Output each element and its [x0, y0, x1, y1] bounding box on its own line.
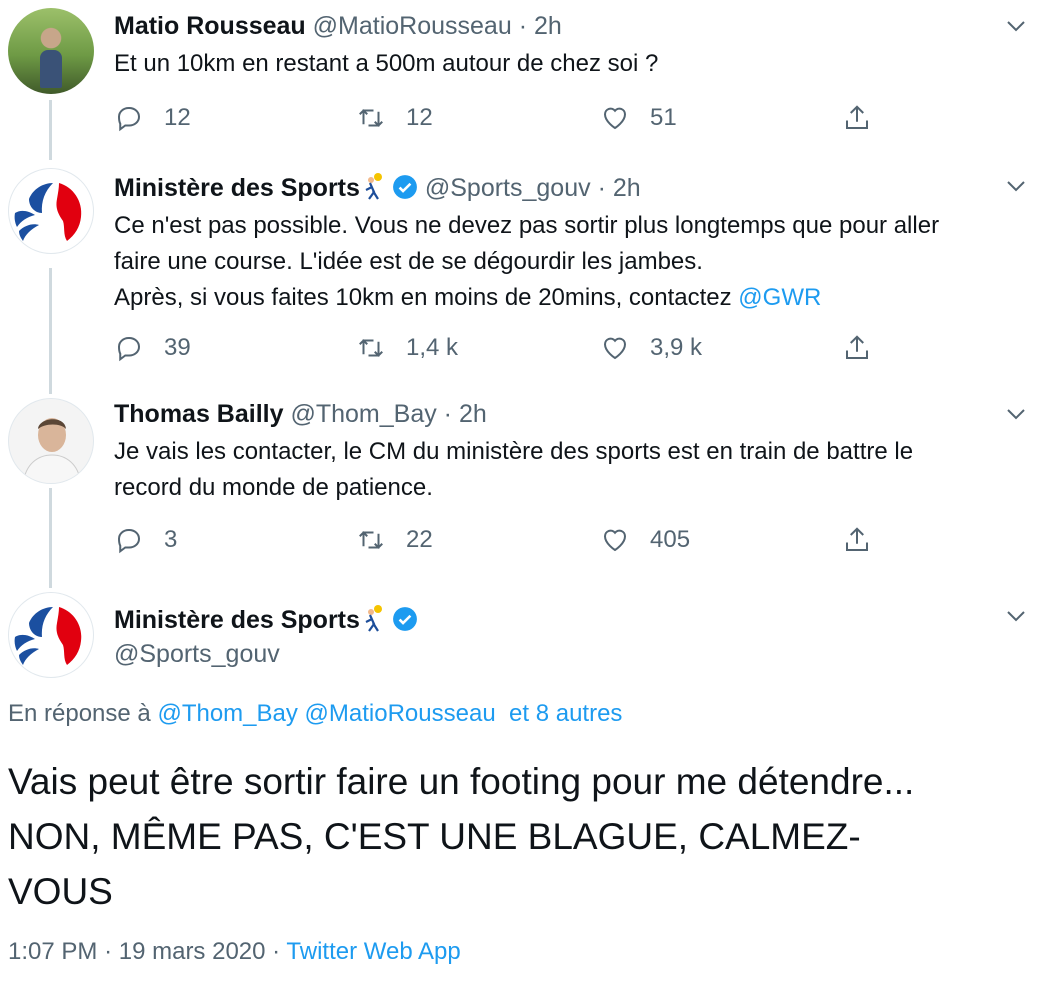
tweet-text-line: record du monde de patience.: [114, 474, 433, 501]
tweet-header: Ministère des Sports @Sports_gouv · 2h: [114, 172, 641, 203]
tweet-text-line: Après, si vous faites 10km en moins de 2…: [114, 280, 939, 316]
author-handle[interactable]: @Sports_gouv: [425, 174, 591, 202]
tweet-time[interactable]: 2h: [613, 174, 641, 202]
author-handle[interactable]: @Sports_gouv: [114, 640, 280, 669]
tweet-time[interactable]: 2h: [459, 400, 487, 428]
avatar[interactable]: [8, 398, 94, 484]
avatar[interactable]: [8, 168, 94, 254]
verified-badge-icon: [392, 175, 417, 199]
separator: ·: [272, 938, 281, 965]
thread-line: [49, 268, 52, 394]
heart-icon: [603, 337, 627, 360]
reply-prefix: En réponse à: [8, 700, 151, 727]
tweet-source-link[interactable]: Twitter Web App: [286, 938, 460, 965]
heart-icon: [603, 529, 627, 552]
separator: ·: [597, 174, 606, 202]
tweet-actions: 12 12 51: [114, 98, 874, 138]
reply-button[interactable]: 3: [114, 520, 177, 560]
tweet-time[interactable]: 1:07 PM: [8, 938, 97, 965]
like-count: 51: [650, 104, 677, 131]
author-name[interactable]: Thomas Bailly: [114, 400, 284, 428]
tweet-header: Ministère des Sports: [114, 604, 418, 635]
marianne-logo-icon: [14, 183, 82, 241]
tweet-date[interactable]: 19 mars 2020: [119, 938, 266, 965]
like-button[interactable]: 51: [600, 98, 677, 138]
chevron-down-icon[interactable]: [1004, 402, 1028, 426]
tweet-actions: 39 1,4 k 3,9 k: [114, 328, 874, 368]
marianne-logo-icon: [14, 607, 82, 665]
chevron-down-icon[interactable]: [1004, 604, 1028, 628]
reply-button[interactable]: 12: [114, 98, 191, 138]
retweet-button[interactable]: 22: [356, 520, 433, 560]
tweet-text-line: Je vais les contacter, le CM du ministèr…: [114, 438, 914, 465]
retweet-count: 1,4 k: [406, 334, 459, 361]
chevron-down-icon[interactable]: [1004, 174, 1028, 198]
tweet-time[interactable]: 2h: [534, 12, 562, 40]
author-name[interactable]: Matio Rousseau: [114, 12, 306, 40]
separator: ·: [104, 938, 113, 965]
mention-link[interactable]: @GWR: [738, 284, 821, 311]
handball-emoji-icon: [365, 605, 382, 632]
retweet-icon: [359, 109, 383, 127]
reply-count: 3: [164, 526, 178, 553]
retweet-icon: [359, 531, 383, 549]
tweet-text-line: Vais peut être sortir faire un footing p…: [8, 761, 915, 802]
tweet-header: Matio Rousseau @MatioRousseau · 2h: [114, 12, 562, 41]
mention-link[interactable]: @MatioRousseau: [305, 700, 496, 727]
separator: ·: [443, 400, 452, 428]
chevron-down-icon[interactable]: [1004, 14, 1028, 38]
main-tweet-text: Vais peut être sortir faire un footing p…: [8, 754, 1038, 919]
tweet-meta: 1:07 PM · 19 mars 2020 · Twitter Web App: [8, 938, 461, 966]
reply-context: En réponse à @Thom_Bay @MatioRousseau et…: [8, 700, 622, 728]
thread-line: [49, 100, 52, 160]
reply-count: 12: [164, 104, 191, 131]
reply-icon: [117, 528, 141, 554]
reply-others-link[interactable]: et 8 autres: [509, 700, 622, 727]
retweet-button[interactable]: 1,4 k: [356, 328, 458, 368]
retweet-count: 12: [406, 104, 433, 131]
like-count: 405: [650, 526, 691, 553]
share-button[interactable]: [842, 328, 892, 368]
heart-icon: [603, 107, 627, 130]
avatar[interactable]: [8, 8, 94, 94]
share-button[interactable]: [842, 98, 892, 138]
like-button[interactable]: 3,9 k: [600, 328, 702, 368]
tweet-text-line: VOUS: [8, 871, 113, 912]
verified-badge-icon: [392, 607, 417, 631]
tweet-text: Ce n'est pas possible. Vous ne devez pas…: [114, 208, 939, 316]
tweet-text-line: faire une course. L'idée est de se dégou…: [114, 248, 703, 275]
author-name[interactable]: Ministère des Sports: [114, 174, 360, 202]
tweet-text: Et un 10km en restant a 500m autour de c…: [114, 50, 659, 77]
thread-line: [49, 488, 52, 588]
share-icon: [846, 335, 868, 359]
profile-photo: [22, 418, 82, 483]
tweet-text-line-content: Après, si vous faites 10km en moins de 2…: [114, 284, 739, 311]
like-button[interactable]: 405: [600, 520, 690, 560]
share-icon: [846, 527, 868, 551]
author-name[interactable]: Ministère des Sports: [114, 606, 360, 634]
reply-icon: [117, 106, 141, 132]
reply-icon: [117, 336, 141, 362]
separator: ·: [518, 12, 528, 40]
share-button[interactable]: [842, 520, 892, 560]
like-count: 3,9 k: [650, 334, 703, 361]
retweet-count: 22: [406, 526, 433, 553]
avatar[interactable]: [8, 592, 94, 678]
reply-button[interactable]: 39: [114, 328, 191, 368]
author-handle[interactable]: @MatioRousseau: [313, 12, 512, 40]
handball-emoji-icon: [365, 173, 382, 200]
mention-link[interactable]: @Thom_Bay: [157, 700, 297, 727]
retweet-button[interactable]: 12: [356, 98, 433, 138]
retweet-icon: [359, 339, 383, 357]
tweet-text: Je vais les contacter, le CM du ministèr…: [114, 434, 913, 506]
author-handle[interactable]: @Thom_Bay: [290, 400, 436, 428]
tweet-text-line: NON, MÊME PAS, C'EST UNE BLAGUE, CALMEZ-: [8, 816, 861, 857]
share-icon: [846, 105, 868, 129]
tweet-text-line: Ce n'est pas possible. Vous ne devez pas…: [114, 212, 940, 239]
tweet-actions: 3 22 405: [114, 520, 874, 560]
reply-count: 39: [164, 334, 191, 361]
tweet-header: Thomas Bailly @Thom_Bay · 2h: [114, 400, 487, 429]
